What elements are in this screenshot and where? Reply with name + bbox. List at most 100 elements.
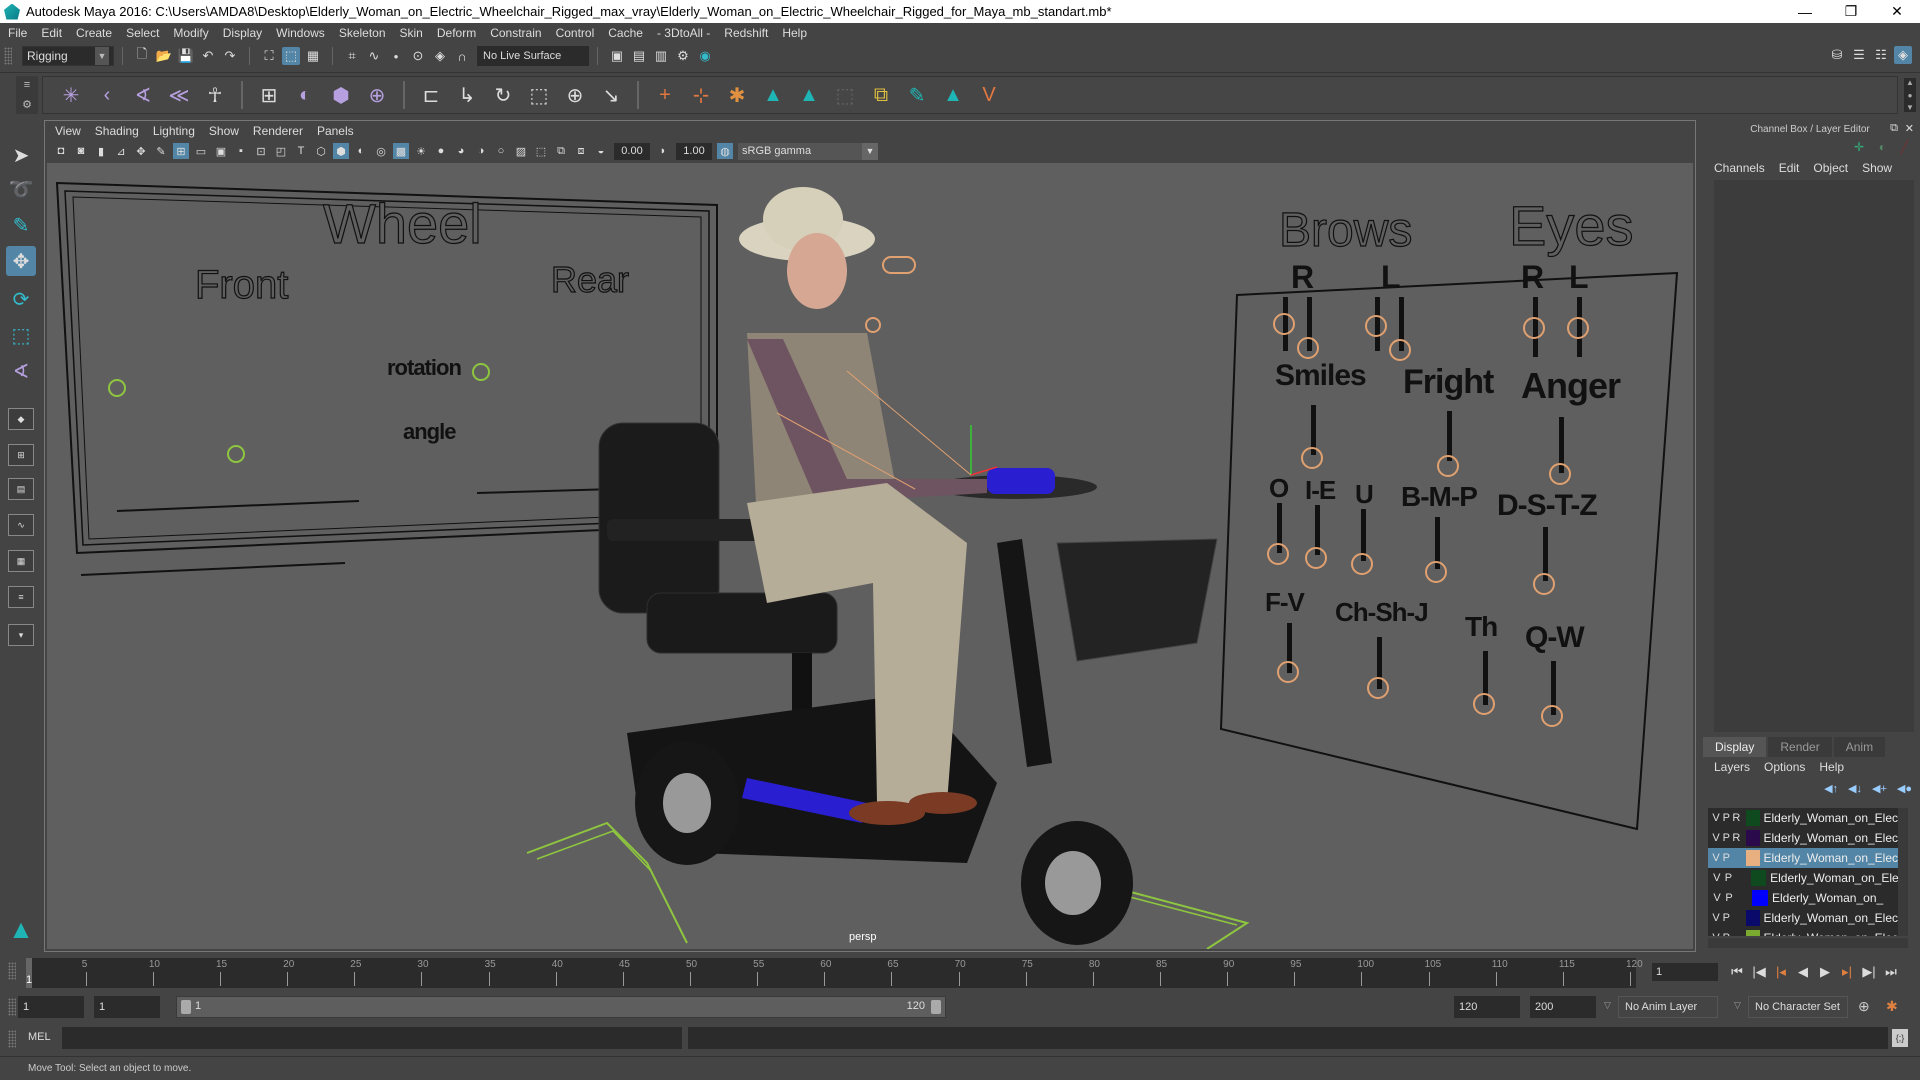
view-transform-dropdown[interactable]: sRGB gamma ▼: [738, 142, 878, 160]
viseme-q-w-ctrl[interactable]: [1541, 705, 1563, 727]
front-rotation-ctrl[interactable]: [108, 379, 126, 397]
animation-preferences-icon[interactable]: ✱: [1886, 998, 1898, 1015]
layer-color-swatch[interactable]: [1752, 890, 1768, 906]
layer-color-swatch[interactable]: [1746, 930, 1760, 936]
2d-pan-zoom-icon[interactable]: ✥: [133, 143, 149, 159]
menu-modify[interactable]: Modify: [173, 26, 208, 40]
step-back-key-icon[interactable]: |◂: [1770, 964, 1792, 980]
scroll-down-icon[interactable]: ▼: [1906, 103, 1914, 112]
remove-layer-icon[interactable]: ⧉: [868, 82, 894, 108]
layer-reference-toggle[interactable]: [1732, 930, 1740, 936]
cb-menu-edit[interactable]: Edit: [1779, 161, 1800, 175]
le-menu-options[interactable]: Options: [1764, 760, 1805, 774]
layer-playback-toggle[interactable]: P: [1722, 850, 1730, 866]
menu-skeleton[interactable]: Skeleton: [339, 26, 386, 40]
depth-of-field-icon[interactable]: ▨: [513, 143, 529, 159]
menu-create[interactable]: Create: [76, 26, 112, 40]
hypershade-layout-button[interactable]: ▦: [8, 550, 34, 572]
layer-list-vertical-scrollbar[interactable]: [1898, 808, 1908, 936]
axis-manipulator-icon[interactable]: ✛: [1854, 140, 1864, 154]
select-object-icon[interactable]: ⬚: [282, 47, 300, 65]
image-plane-icon[interactable]: ⊿: [113, 143, 129, 159]
animation-end-field[interactable]: 200: [1530, 996, 1596, 1018]
scroll-thumb-icon[interactable]: ●: [1908, 91, 1913, 100]
channel-slash-icon[interactable]: ╱: [1901, 140, 1908, 154]
menu-file[interactable]: File: [8, 26, 27, 40]
paint-select-tool-icon[interactable]: ✎: [6, 210, 36, 240]
new-layer-icon[interactable]: ◀+: [1872, 782, 1887, 795]
menuset-dropdown[interactable]: Rigging ▼: [22, 46, 114, 66]
character-icon[interactable]: ✱: [724, 82, 750, 108]
snap-view-plane-icon[interactable]: ⊙: [409, 47, 427, 65]
layer-color-swatch[interactable]: [1746, 830, 1760, 846]
layer-playback-toggle[interactable]: P: [1724, 870, 1734, 886]
parent-constraint-icon[interactable]: ⊏: [418, 82, 444, 108]
cb-menu-channels[interactable]: Channels: [1714, 161, 1765, 175]
paint-select-icon[interactable]: ✎: [904, 82, 930, 108]
layer-row[interactable]: V P Elderly_Woman_on_Electri: [1708, 928, 1908, 936]
maya-b-icon[interactable]: ▲: [796, 82, 822, 108]
safe-title-icon[interactable]: T: [293, 143, 309, 159]
viseme-f-v-ctrl[interactable]: [1277, 661, 1299, 683]
layer-playback-toggle[interactable]: P: [1722, 930, 1730, 936]
brow-l-in-ctrl[interactable]: [1365, 315, 1387, 337]
wireframe-icon[interactable]: ⬡: [313, 143, 329, 159]
layer-row[interactable]: V P Elderly_Woman_on_Electri: [1708, 908, 1908, 928]
layer-color-swatch[interactable]: [1746, 850, 1760, 866]
restore-button[interactable]: ❐: [1828, 0, 1874, 23]
current-frame-field[interactable]: 1: [1652, 963, 1718, 981]
antialiasing-icon[interactable]: ○: [493, 143, 509, 159]
xray-joints-icon[interactable]: ⧉: [553, 143, 569, 159]
layer-visibility-toggle[interactable]: V: [1712, 870, 1722, 886]
channel-toggle-icon[interactable]: ◐: [1879, 140, 1886, 154]
select-component-icon[interactable]: ▦: [304, 47, 322, 65]
anim-layer-arrow-icon[interactable]: ▽: [1604, 1000, 1611, 1011]
layer-row[interactable]: V P Elderly_Woman_on_: [1708, 888, 1908, 908]
play-forwards-icon[interactable]: ▶: [1814, 964, 1836, 980]
snap-grid-icon[interactable]: ⌗: [343, 47, 361, 65]
gate-mask-icon[interactable]: ▪: [233, 143, 249, 159]
joint-tool-icon[interactable]: ✳: [58, 82, 84, 108]
panel-menu-shading[interactable]: Shading: [95, 124, 139, 138]
persp-graph-outliner-layout-button[interactable]: ≡: [8, 586, 34, 608]
anim-layer-dropdown[interactable]: No Anim Layer: [1618, 996, 1718, 1018]
viseme-th-ctrl[interactable]: [1473, 693, 1495, 715]
viseme-u-ctrl[interactable]: [1351, 553, 1373, 575]
render-view-icon[interactable]: ▣: [608, 47, 626, 65]
safe-action-icon[interactable]: ◰: [273, 143, 289, 159]
bookmark-icon[interactable]: ▮: [93, 143, 109, 159]
character-set-arrow-icon[interactable]: ▽: [1734, 1000, 1741, 1011]
layer-visibility-toggle[interactable]: V: [1712, 810, 1720, 826]
bind-skin-icon[interactable]: ⊞: [256, 82, 282, 108]
rotate-tool-icon[interactable]: ⟳: [6, 284, 36, 314]
hypershade-icon[interactable]: ◉: [696, 47, 714, 65]
exposure-icon[interactable]: ◒: [593, 143, 609, 159]
auto-key-icon[interactable]: ⊕: [1858, 998, 1870, 1015]
layer-color-swatch[interactable]: [1750, 870, 1767, 886]
shadows-icon[interactable]: ●: [433, 143, 449, 159]
range-end-handle[interactable]: [931, 1000, 941, 1014]
gamma-icon[interactable]: ◗: [655, 143, 671, 159]
move-tool-icon[interactable]: ✥: [6, 246, 36, 276]
screen-space-ao-icon[interactable]: ◕: [453, 143, 469, 159]
channel-list-area[interactable]: [1714, 180, 1914, 732]
move-layer-up-icon[interactable]: ◀↑: [1824, 782, 1838, 795]
command-language-label[interactable]: MEL: [28, 1031, 51, 1043]
persp-outliner-layout-button[interactable]: ▤: [8, 478, 34, 500]
grip-handle[interactable]: [8, 1030, 16, 1048]
render-settings-icon[interactable]: ⚙: [674, 47, 692, 65]
layer-row[interactable]: V P R Elderly_Woman_on_Electri: [1708, 808, 1908, 828]
brow-l-out-ctrl[interactable]: [1389, 339, 1411, 361]
use-all-lights-icon[interactable]: ☀: [413, 143, 429, 159]
channel-box-icon[interactable]: ◈: [1894, 46, 1912, 64]
maya-c-icon[interactable]: ▲: [940, 82, 966, 108]
panel-menu-show[interactable]: Show: [209, 124, 239, 138]
ik-spline-icon[interactable]: ∢: [130, 82, 156, 108]
shelf-settings-icon[interactable]: ⚙: [22, 98, 32, 111]
layer-playback-toggle[interactable]: P: [1722, 810, 1730, 826]
film-gate-icon[interactable]: ▭: [193, 143, 209, 159]
pole-vector-constraint-icon[interactable]: ↘: [598, 82, 624, 108]
grip-handle[interactable]: [8, 998, 16, 1016]
tab-anim[interactable]: Anim: [1833, 737, 1886, 757]
orient-constraint-icon[interactable]: ↻: [490, 82, 516, 108]
